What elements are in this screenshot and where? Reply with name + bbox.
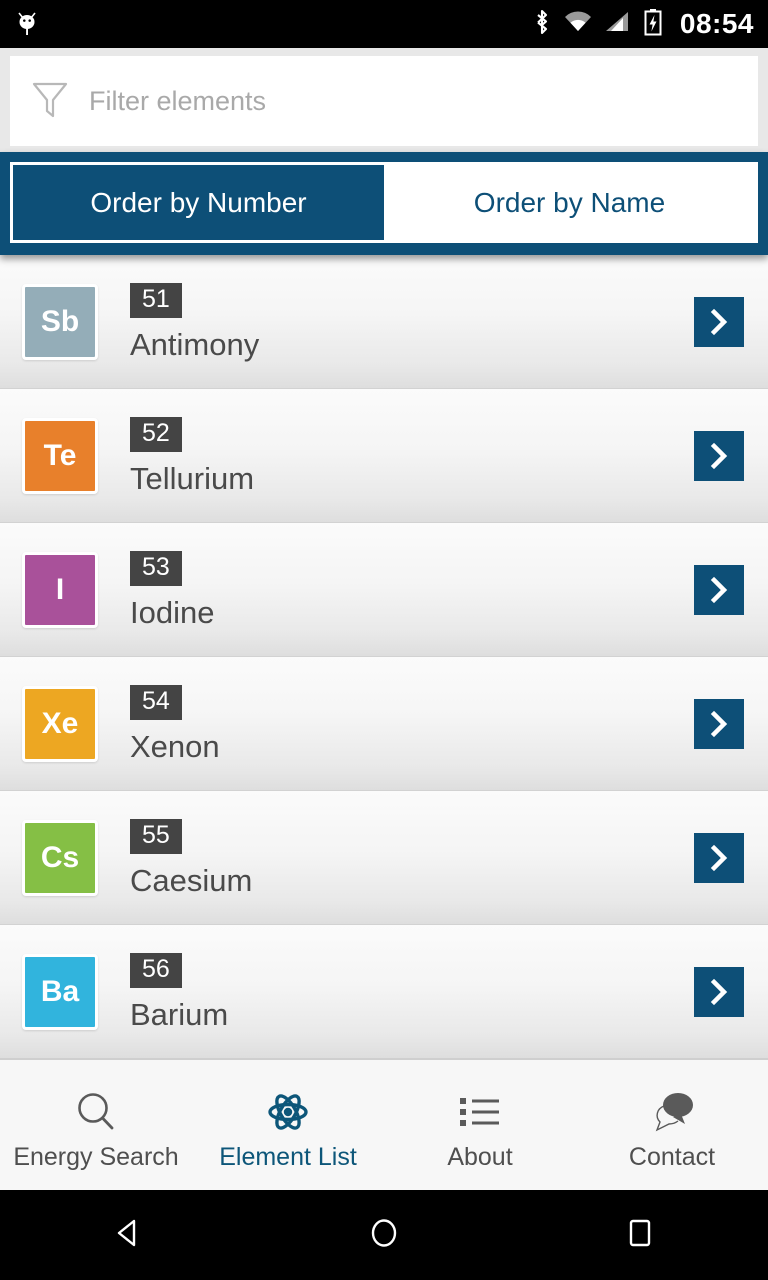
element-name: Xenon (130, 728, 220, 764)
android-status-bar: 08:54 (0, 0, 768, 48)
magnifier-icon (73, 1088, 119, 1136)
sort-tab-bar: Order by Number Order by Name (0, 152, 768, 255)
tab-energy-search[interactable]: Energy Search (0, 1060, 192, 1190)
chevron-right-icon[interactable] (694, 698, 744, 749)
status-bar-system-icons: 08:54 (532, 8, 754, 41)
list-item[interactable]: Te 52 Tellurium (0, 389, 768, 523)
back-button[interactable] (0, 1212, 256, 1259)
cell-signal-icon (604, 9, 632, 40)
home-circle-icon (363, 1212, 405, 1259)
element-name: Caesium (130, 862, 253, 898)
element-info: 55 Caesium (130, 807, 694, 909)
element-info: 54 Xenon (130, 673, 694, 775)
status-bar-clock: 08:54 (679, 8, 754, 39)
element-info: 52 Tellurium (130, 405, 694, 507)
filter-input-container[interactable] (10, 56, 758, 146)
list-item[interactable]: Cs 55 Caesium (0, 791, 768, 925)
list-icon (457, 1088, 503, 1136)
tab-order-by-number[interactable]: Order by Number (10, 162, 384, 243)
bluetooth-icon (532, 8, 552, 41)
element-symbol-tile: Ba (22, 953, 98, 1030)
element-name: Barium (130, 996, 229, 1032)
status-bar-notifications (14, 7, 40, 42)
atomic-number-badge: 55 (130, 819, 182, 854)
element-symbol-tile: Te (22, 417, 98, 494)
atomic-number-badge: 51 (130, 283, 182, 318)
element-name: Tellurium (130, 460, 255, 496)
tab-contact-label: Contact (628, 1143, 716, 1171)
filter-bar (0, 48, 768, 152)
tab-about-label: About (447, 1143, 513, 1171)
tab-order-by-number-label: Order by Number (90, 186, 307, 218)
chat-bubble-icon (647, 1088, 697, 1136)
recents-square-icon (619, 1212, 661, 1259)
wifi-icon (563, 9, 593, 40)
chevron-right-icon[interactable] (694, 832, 744, 883)
list-item[interactable]: Xe 54 Xenon (0, 657, 768, 791)
element-info: 53 Iodine (130, 539, 694, 641)
search-input[interactable] (89, 85, 649, 117)
list-item[interactable]: Ba 56 Barium (0, 925, 768, 1058)
element-symbol-tile: I (22, 551, 98, 628)
atomic-number-badge: 53 (130, 551, 182, 586)
tab-element-list[interactable]: Element List (192, 1060, 384, 1190)
filter-funnel-icon (31, 78, 69, 125)
tab-order-by-name[interactable]: Order by Name (384, 162, 758, 243)
element-name: Antimony (130, 326, 260, 362)
tab-element-list-label: Element List (219, 1143, 357, 1171)
tab-energy-search-label: Energy Search (13, 1143, 179, 1171)
back-triangle-icon (107, 1212, 149, 1259)
element-list[interactable]: Sb 51 Antimony Te 52 Tellurium I 53 Iodi… (0, 255, 768, 1058)
list-item[interactable]: Sb 51 Antimony (0, 255, 768, 389)
element-symbol-tile: Xe (22, 685, 98, 762)
element-name: Iodine (130, 594, 215, 630)
element-info: 51 Antimony (130, 271, 694, 373)
atomic-number-badge: 56 (130, 953, 182, 988)
android-navigation-bar (0, 1190, 768, 1280)
android-robot-icon (14, 7, 40, 42)
recents-button[interactable] (512, 1212, 768, 1259)
atomic-number-badge: 54 (130, 685, 182, 720)
bottom-tab-bar: Energy Search Element List About Contact (0, 1058, 768, 1190)
atom-icon (264, 1088, 312, 1136)
element-info: 56 Barium (130, 941, 694, 1043)
tab-contact[interactable]: Contact (576, 1060, 768, 1190)
battery-charging-icon (643, 8, 663, 41)
chevron-right-icon[interactable] (694, 966, 744, 1017)
list-item[interactable]: I 53 Iodine (0, 523, 768, 657)
chevron-right-icon[interactable] (694, 296, 744, 347)
chevron-right-icon[interactable] (694, 430, 744, 481)
element-symbol-tile: Cs (22, 819, 98, 896)
home-button[interactable] (256, 1212, 512, 1259)
tab-order-by-name-label: Order by Name (473, 186, 666, 218)
atomic-number-badge: 52 (130, 417, 182, 452)
tab-about[interactable]: About (384, 1060, 576, 1190)
element-symbol-tile: Sb (22, 283, 98, 360)
chevron-right-icon[interactable] (694, 564, 744, 615)
app-root: 08:54 Order by Number Order by Name Sb 5… (0, 0, 768, 1280)
